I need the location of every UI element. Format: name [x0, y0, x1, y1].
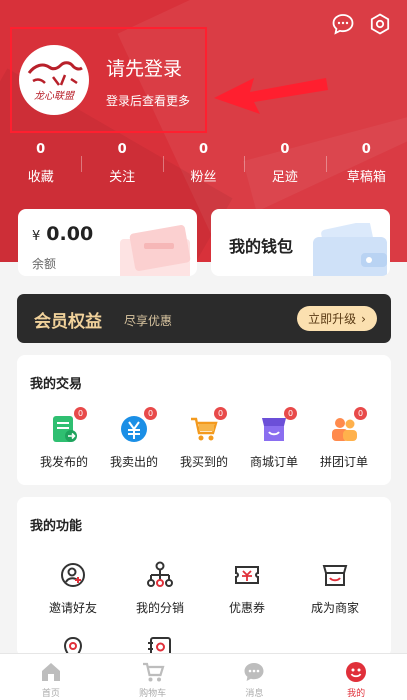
- home-icon: [39, 660, 63, 684]
- chevron-right-icon: ›: [361, 311, 366, 326]
- stat-favorites[interactable]: 0 收藏: [0, 142, 81, 186]
- message-icon: [242, 660, 266, 684]
- function-become-merchant[interactable]: 成为商家: [298, 560, 372, 616]
- coupon-icon: [232, 560, 262, 590]
- vip-title: 会员权益: [34, 312, 102, 332]
- badge: 0: [144, 407, 157, 420]
- trade-item-sold[interactable]: 0 我卖出的: [97, 407, 171, 470]
- vip-banner[interactable]: 会员权益 尽享优惠 立即升级 ›: [17, 294, 391, 343]
- vip-subtitle: 尽享优惠: [124, 314, 173, 328]
- trade-item-published[interactable]: 0 我发布的: [27, 407, 101, 470]
- store-icon: 0: [259, 407, 297, 444]
- ticket-icon: [120, 225, 191, 276]
- badge: 0: [74, 407, 87, 420]
- profile-icon: [344, 660, 368, 684]
- settings-icon[interactable]: [368, 12, 392, 36]
- cart-icon: [141, 660, 165, 684]
- tab-messages[interactable]: 消息: [204, 654, 306, 700]
- wallet-card[interactable]: 我的钱包: [211, 209, 390, 276]
- trade-section: 我的交易 0 我发布的 0 我卖出的 0 我买到的 0 商城订单 0 拼团订单: [17, 355, 391, 485]
- functions-title: 我的功能: [30, 519, 83, 534]
- tab-home[interactable]: 首页: [0, 654, 102, 700]
- function-invite-friends[interactable]: 邀请好友: [36, 560, 110, 616]
- distribution-icon: [145, 560, 175, 590]
- publish-icon: 0: [49, 407, 87, 444]
- invite-icon: [58, 560, 88, 590]
- svg-text:龙心联盟: 龙心联盟: [34, 90, 75, 102]
- stat-drafts[interactable]: 0 草稿箱: [325, 142, 407, 186]
- balance-label: 余额: [32, 257, 57, 271]
- tab-cart[interactable]: 购物车: [102, 654, 204, 700]
- wallet-title: 我的钱包: [229, 237, 294, 256]
- message-bubble-icon[interactable]: [331, 12, 355, 36]
- trade-item-mall-orders[interactable]: 0 商城订单: [237, 407, 311, 470]
- trade-title: 我的交易: [30, 377, 83, 392]
- group-icon: 0: [329, 407, 367, 444]
- stat-footprints[interactable]: 0 足迹: [244, 142, 325, 186]
- functions-section: 我的功能 邀请好友 我的分销 优惠券 成为商家: [17, 497, 391, 663]
- stats-row: 0 收藏 0 关注 0 粉丝 0 足迹 0 草稿箱: [0, 142, 407, 186]
- badge: 0: [354, 407, 367, 420]
- balance-card[interactable]: ¥0.00 余额: [18, 209, 197, 276]
- logo-icon: 龙心联盟: [27, 61, 83, 102]
- badge: 0: [284, 407, 297, 420]
- login-title[interactable]: 请先登录: [106, 54, 182, 81]
- login-subtitle: 登录后查看更多: [106, 94, 191, 108]
- trade-item-bought[interactable]: 0 我买到的: [167, 407, 241, 470]
- pointer-arrow-icon: [214, 78, 328, 114]
- cart-icon: 0: [189, 407, 227, 444]
- stat-fans[interactable]: 0 粉丝: [162, 142, 244, 186]
- trade-item-group-orders[interactable]: 0 拼团订单: [307, 407, 381, 470]
- upgrade-button[interactable]: 立即升级 ›: [297, 306, 377, 331]
- avatar[interactable]: 龙心联盟: [19, 45, 89, 115]
- stat-following[interactable]: 0 关注: [81, 142, 162, 186]
- function-coupons[interactable]: 优惠券: [210, 560, 284, 616]
- tab-mine[interactable]: 我的: [305, 654, 407, 700]
- wallet-icon: [313, 223, 387, 276]
- sold-yen-icon: 0: [119, 407, 157, 444]
- function-distribution[interactable]: 我的分销: [123, 560, 197, 616]
- merchant-icon: [320, 560, 350, 590]
- badge: 0: [214, 407, 227, 420]
- bottom-tab-bar: 首页 购物车 消息 我的: [0, 653, 407, 700]
- balance-amount: ¥0.00: [32, 223, 94, 245]
